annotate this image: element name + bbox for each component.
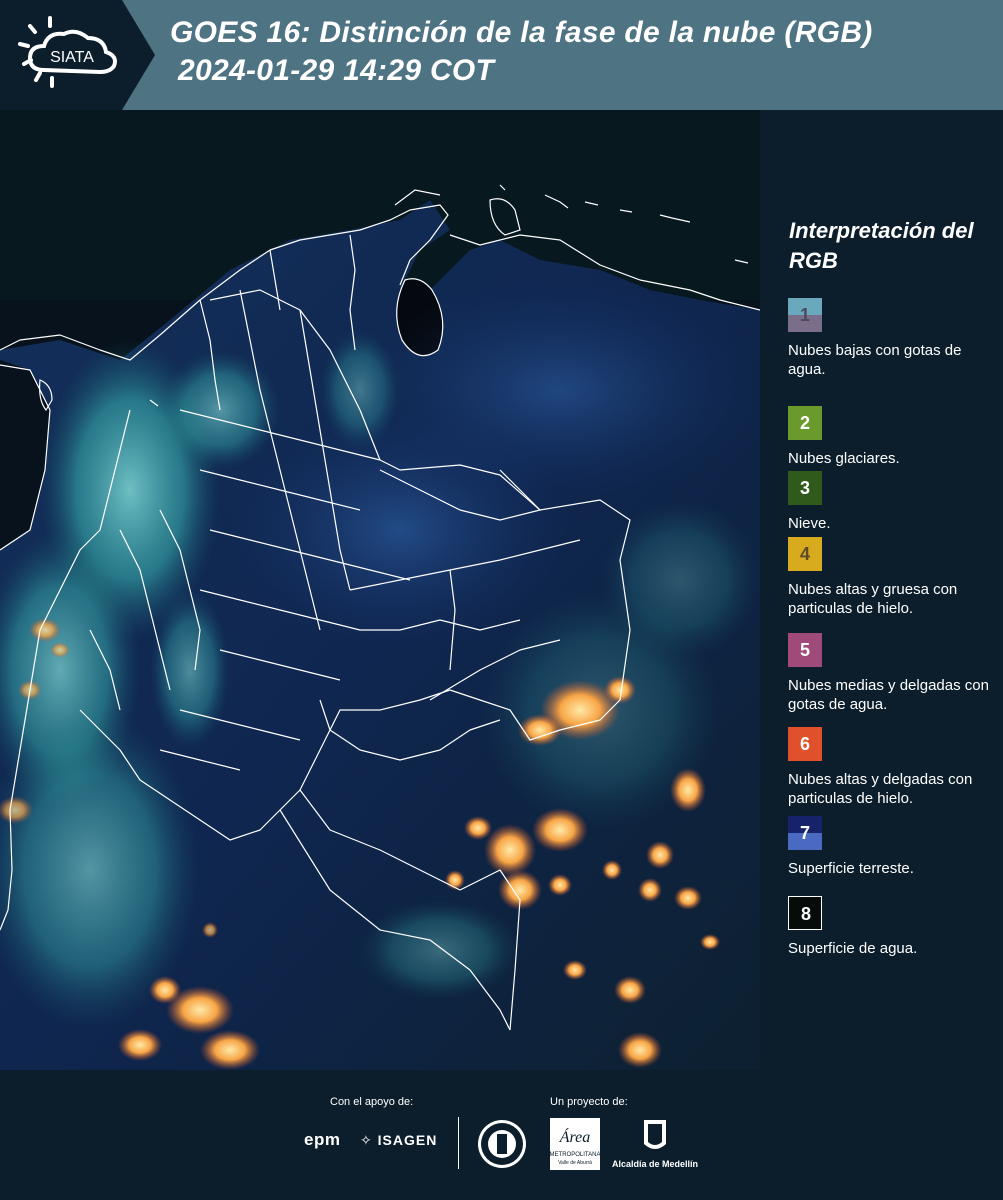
isagen-logo-text: ISAGEN [377,1132,438,1148]
legend-label-1: Nubes bajas con gotas de agua. [788,342,962,378]
legend-swatch-4: 4 [788,537,822,571]
legend-item-8: 8 Superficie de agua. [788,896,1000,958]
legend-item-1: 1 Nubes bajas con gotas de agua. [788,298,1000,379]
legend-swatch-3: 3 [788,471,822,505]
legend-title: Interpretación del RGB [789,218,974,273]
legend-item-5: 5 Nubes medias y delgadas con gotas de ag… [788,633,1000,714]
legend-swatch-2: 2 [788,406,822,440]
legend-item-4: 4 Nubes altas y gruesa con particulas de … [788,537,1000,618]
svg-text:METROPOLITANA: METROPOLITANA [550,1152,600,1158]
legend-label-6: Nubes altas y delgadas con particulas de… [788,771,973,807]
header: SIATA GOES 16: Distinción de la fase de … [0,0,1003,110]
legend-item-6: 6 Nubes altas y delgadas con particulas d… [788,727,1000,808]
seal-logo [476,1118,528,1175]
legend-swatch-1: 1 [788,298,822,332]
isagen-logo: ✧ ISAGEN [360,1132,437,1149]
footer-divider [458,1117,459,1169]
epm-logo: epm [304,1130,341,1149]
project-label: Un proyecto de: [550,1096,628,1108]
legend-label-3: Nieve. [788,515,831,532]
page-title: GOES 16: Distinción de la fase de la nub… [170,14,873,90]
legend-number-1: 1 [799,305,810,325]
legend-label-5: Nubes medias y delgadas con gotas de agu… [788,677,989,713]
legend-number-6: 6 [799,734,810,754]
legend-label-2: Nubes glaciares. [788,450,900,467]
satellite-map [0,110,760,1070]
legend-number-4: 4 [799,544,810,564]
legend-number-7: 7 [799,823,810,843]
isagen-star-icon: ✧ [360,1132,373,1148]
legend-item-3: 3 Nieve. [788,471,1000,533]
support-label: Con el apoyo de: [330,1096,414,1108]
legend-swatch-8: 8 [788,896,822,930]
legend-number-5: 5 [799,640,810,660]
svg-text:Área: Área [559,1127,591,1146]
alcaldia-label: Alcaldía de Medellín [612,1159,699,1169]
footer: Con el apoyo de: epm ✧ ISAGEN Un proyect… [0,1070,1003,1200]
title-line-1: GOES 16: Distinción de la fase de la nub… [170,16,873,49]
legend-label-4: Nubes altas y gruesa con particulas de h… [788,581,958,617]
legend-swatch-7: 7 [788,816,822,850]
legend-label-7: Superficie terreste. [788,860,914,877]
siata-logo-text: SIATA [50,49,94,66]
legend-item-7: 7 Superficie terreste. [788,816,1000,878]
legend-number-8: 8 [800,904,811,924]
satellite-image [0,110,760,1070]
legend-number-3: 3 [799,478,810,498]
legend-swatch-5: 5 [788,633,822,667]
legend-label-8: Superficie de agua. [788,940,918,957]
svg-text:Valle de Aburrá: Valle de Aburrá [558,1160,592,1166]
legend-number-2: 2 [799,413,810,433]
alcaldia-shield-icon [612,1118,698,1163]
title-line-2: 2024-01-29 14:29 COT [178,54,495,87]
rgb-legend: Interpretación del RGB 1 Nubes bajas con … [760,110,1003,1070]
area-metropolitana-logo: Área METROPOLITANA Valle de Aburrá [550,1118,600,1175]
legend-item-2: 2 Nubes glaciares. [788,406,1000,468]
legend-swatch-6: 6 [788,727,822,761]
siata-logo: SIATA [0,0,155,110]
